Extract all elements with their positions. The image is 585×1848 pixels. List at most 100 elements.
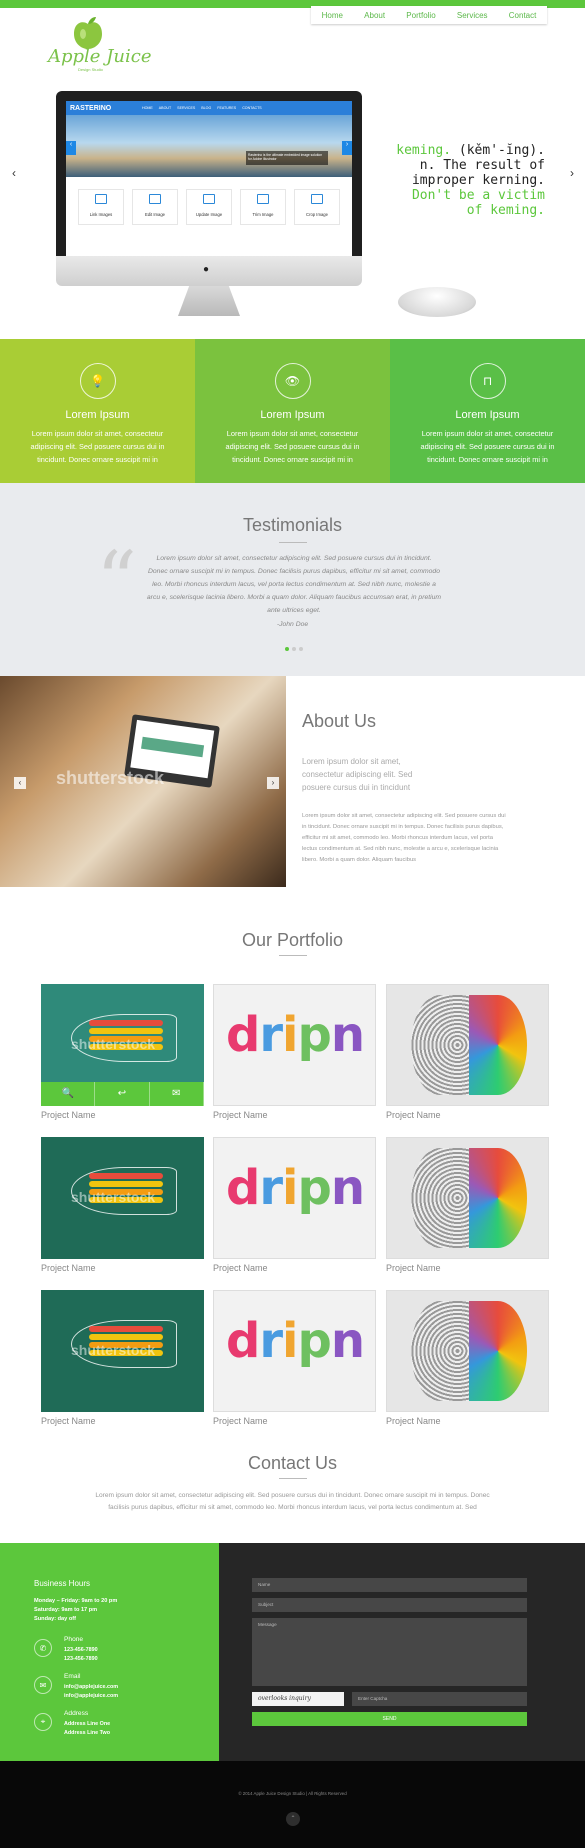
screen-tool: Crop Image <box>294 189 340 225</box>
project-name: Project Name <box>386 1263 441 1273</box>
title-divider <box>279 1478 307 1479</box>
portfolio-item[interactable]: dripn Project Name <box>213 1290 376 1426</box>
portfolio-item[interactable]: shutterstock Project Name <box>41 1290 204 1426</box>
watermark: shutterstock <box>71 1036 156 1052</box>
drip-lettering-image: dripn <box>213 984 376 1106</box>
testimonials-title: Testimonials <box>242 515 343 535</box>
brain-illustration-image <box>386 984 549 1106</box>
envelope-icon: ✉ <box>34 1676 52 1694</box>
logo-tagline: Design Studio <box>78 67 103 72</box>
pencil <box>89 1028 163 1034</box>
portfolio-item[interactable]: Project Name <box>386 1290 549 1426</box>
send-button[interactable]: SEND <box>252 1712 527 1726</box>
about-prev-arrow[interactable]: ‹ <box>14 777 26 789</box>
nav-services[interactable]: Services <box>457 11 488 20</box>
portfolio-item[interactable]: shutterstock Project Name <box>41 1137 204 1273</box>
business-hours-title: Business Hours <box>34 1579 91 1588</box>
portfolio-item[interactable]: shutterstock 🔍 ↩ ✉ Project Name <box>41 984 204 1120</box>
mail-icon[interactable]: ✉ <box>150 1082 204 1106</box>
search-icon[interactable]: 🔍 <box>41 1082 96 1106</box>
screen-menu-item: BLOG <box>201 106 212 110</box>
slider-dot-active[interactable] <box>285 647 289 651</box>
screen-header: RASTERINO HOME ABOUT SERVICES BLOG FEATU… <box>66 101 352 115</box>
screen-tool-label: Update Image <box>195 212 223 217</box>
about-body: Lorem ipsum dolor sit amet, consectetur … <box>302 813 506 863</box>
monitor-screen: RASTERINO HOME ABOUT SERVICES BLOG FEATU… <box>66 101 352 256</box>
name-field[interactable]: Name <box>252 1578 527 1592</box>
screen-tools: Link Images Edit Image Update Image Trim… <box>66 177 352 225</box>
hours-line: Sunday: day off <box>34 1616 76 1622</box>
portfolio-title: Our Portfolio <box>241 930 344 950</box>
hours-line: Saturday: 9am to 17 pm <box>34 1607 98 1613</box>
magnet-icon: ⊓ <box>469 363 506 399</box>
rocket-pencils-image: shutterstock 🔍 ↩ ✉ <box>41 984 204 1106</box>
phone-number[interactable]: 123-456-7890 <box>64 1655 98 1664</box>
screen-caption: Rasterino is the ultimate embedded image… <box>246 151 328 165</box>
pencil <box>89 1181 163 1187</box>
captcha-field[interactable]: Enter Captcha <box>352 1692 527 1706</box>
subject-field[interactable]: Subject <box>252 1598 527 1612</box>
main-nav: Home About Portfolio Services Contact <box>311 6 547 24</box>
screen-tool-label: Crop Image <box>306 212 328 217</box>
kerning-line: improper kerning. <box>411 173 545 188</box>
phone-number[interactable]: 123-456-7890 <box>64 1646 98 1655</box>
screen-tool: Trim Image <box>240 189 286 225</box>
hero-monitor: RASTERINO HOME ABOUT SERVICES BLOG FEATU… <box>56 91 362 316</box>
portfolio-item[interactable]: Project Name <box>386 1137 549 1273</box>
kerning-line: Don't be a victim <box>411 188 545 203</box>
feature-text: Lorem ipsum dolor sit amet, consectetur … <box>420 429 555 464</box>
business-info: Business Hours Monday – Friday: 9am to 2… <box>0 1543 219 1761</box>
phone-label: Phone <box>64 1636 84 1643</box>
address-line: Address Line Two <box>64 1729 111 1736</box>
feature-title: Lorem Ipsum <box>455 409 520 421</box>
portfolio-item[interactable]: dripn Project Name <box>213 1137 376 1273</box>
brain-illustration-image <box>386 1137 549 1259</box>
drip-word: dripn <box>226 1007 365 1063</box>
nav-about[interactable]: About <box>364 11 385 20</box>
portfolio-item[interactable]: dripn Project Name <box>213 984 376 1120</box>
project-name: Project Name <box>41 1110 96 1120</box>
logo-text: Apple Juice <box>48 46 152 67</box>
feature-card: 💡 Lorem Ipsum Lorem ipsum dolor sit amet… <box>0 339 195 483</box>
message-field[interactable]: Message <box>252 1618 527 1686</box>
scroll-up-icon[interactable]: ⌃ <box>286 1812 300 1826</box>
about-next-arrow[interactable]: › <box>267 777 279 789</box>
map-pin-icon: ⌖ <box>34 1713 52 1731</box>
slider-dot[interactable] <box>292 647 296 651</box>
screen-tool-label: Trim Image <box>252 212 274 217</box>
hero-kerning-text: keming. (kěm'-ĭng). n. The result of imp… <box>380 143 545 218</box>
project-name: Project Name <box>213 1416 268 1426</box>
nav-home[interactable]: Home <box>322 11 343 20</box>
drip-lettering-image: dripn <box>213 1290 376 1412</box>
hero-prev-arrow[interactable]: ‹ <box>12 166 16 180</box>
project-name: Project Name <box>386 1110 441 1120</box>
image-icon <box>95 194 107 204</box>
phone-row: ✆ Phone 123-456-7890 123-456-7890 <box>34 1636 219 1663</box>
reply-icon[interactable]: ↩ <box>95 1082 150 1106</box>
brain-right <box>469 995 527 1095</box>
contact-text: Lorem ipsum dolor sit amet, consectetur … <box>95 1492 490 1511</box>
apple-icon: ● <box>203 264 210 275</box>
hero-next-arrow[interactable]: › <box>570 166 574 180</box>
nav-portfolio[interactable]: Portfolio <box>406 11 435 20</box>
hours-line: Monday – Friday: 9am to 20 pm <box>34 1598 118 1604</box>
captcha-image: overlooks inquiry <box>252 1692 344 1706</box>
portfolio-item[interactable]: Project Name <box>386 984 549 1120</box>
copyright: © 2014 Apple Juice Design Studio | All R… <box>238 1791 347 1796</box>
logo[interactable]: Apple Juice Design Studio <box>48 16 151 74</box>
email-link[interactable]: info@applejuice.com <box>64 1683 118 1692</box>
slider-dot[interactable] <box>299 647 303 651</box>
feature-card: ⊓ Lorem Ipsum Lorem ipsum dolor sit amet… <box>390 339 585 483</box>
address-label: Address <box>64 1710 89 1717</box>
watermark: shutterstock <box>71 1342 156 1358</box>
pencil <box>89 1334 163 1340</box>
testimonial-text: Lorem ipsum dolor sit amet, consectetur … <box>146 555 442 614</box>
email-link[interactable]: info@applejuice.com <box>64 1692 118 1701</box>
project-name: Project Name <box>213 1110 268 1120</box>
about-lead: Lorem ipsum dolor sit amet, consectetur … <box>302 757 413 792</box>
feature-text: Lorem ipsum dolor sit amet, consectetur … <box>225 429 360 464</box>
nav-contact[interactable]: Contact <box>509 11 537 20</box>
feature-title: Lorem Ipsum <box>65 409 130 421</box>
screen-menu-item: ABOUT <box>158 106 172 110</box>
brain-right <box>469 1148 527 1248</box>
